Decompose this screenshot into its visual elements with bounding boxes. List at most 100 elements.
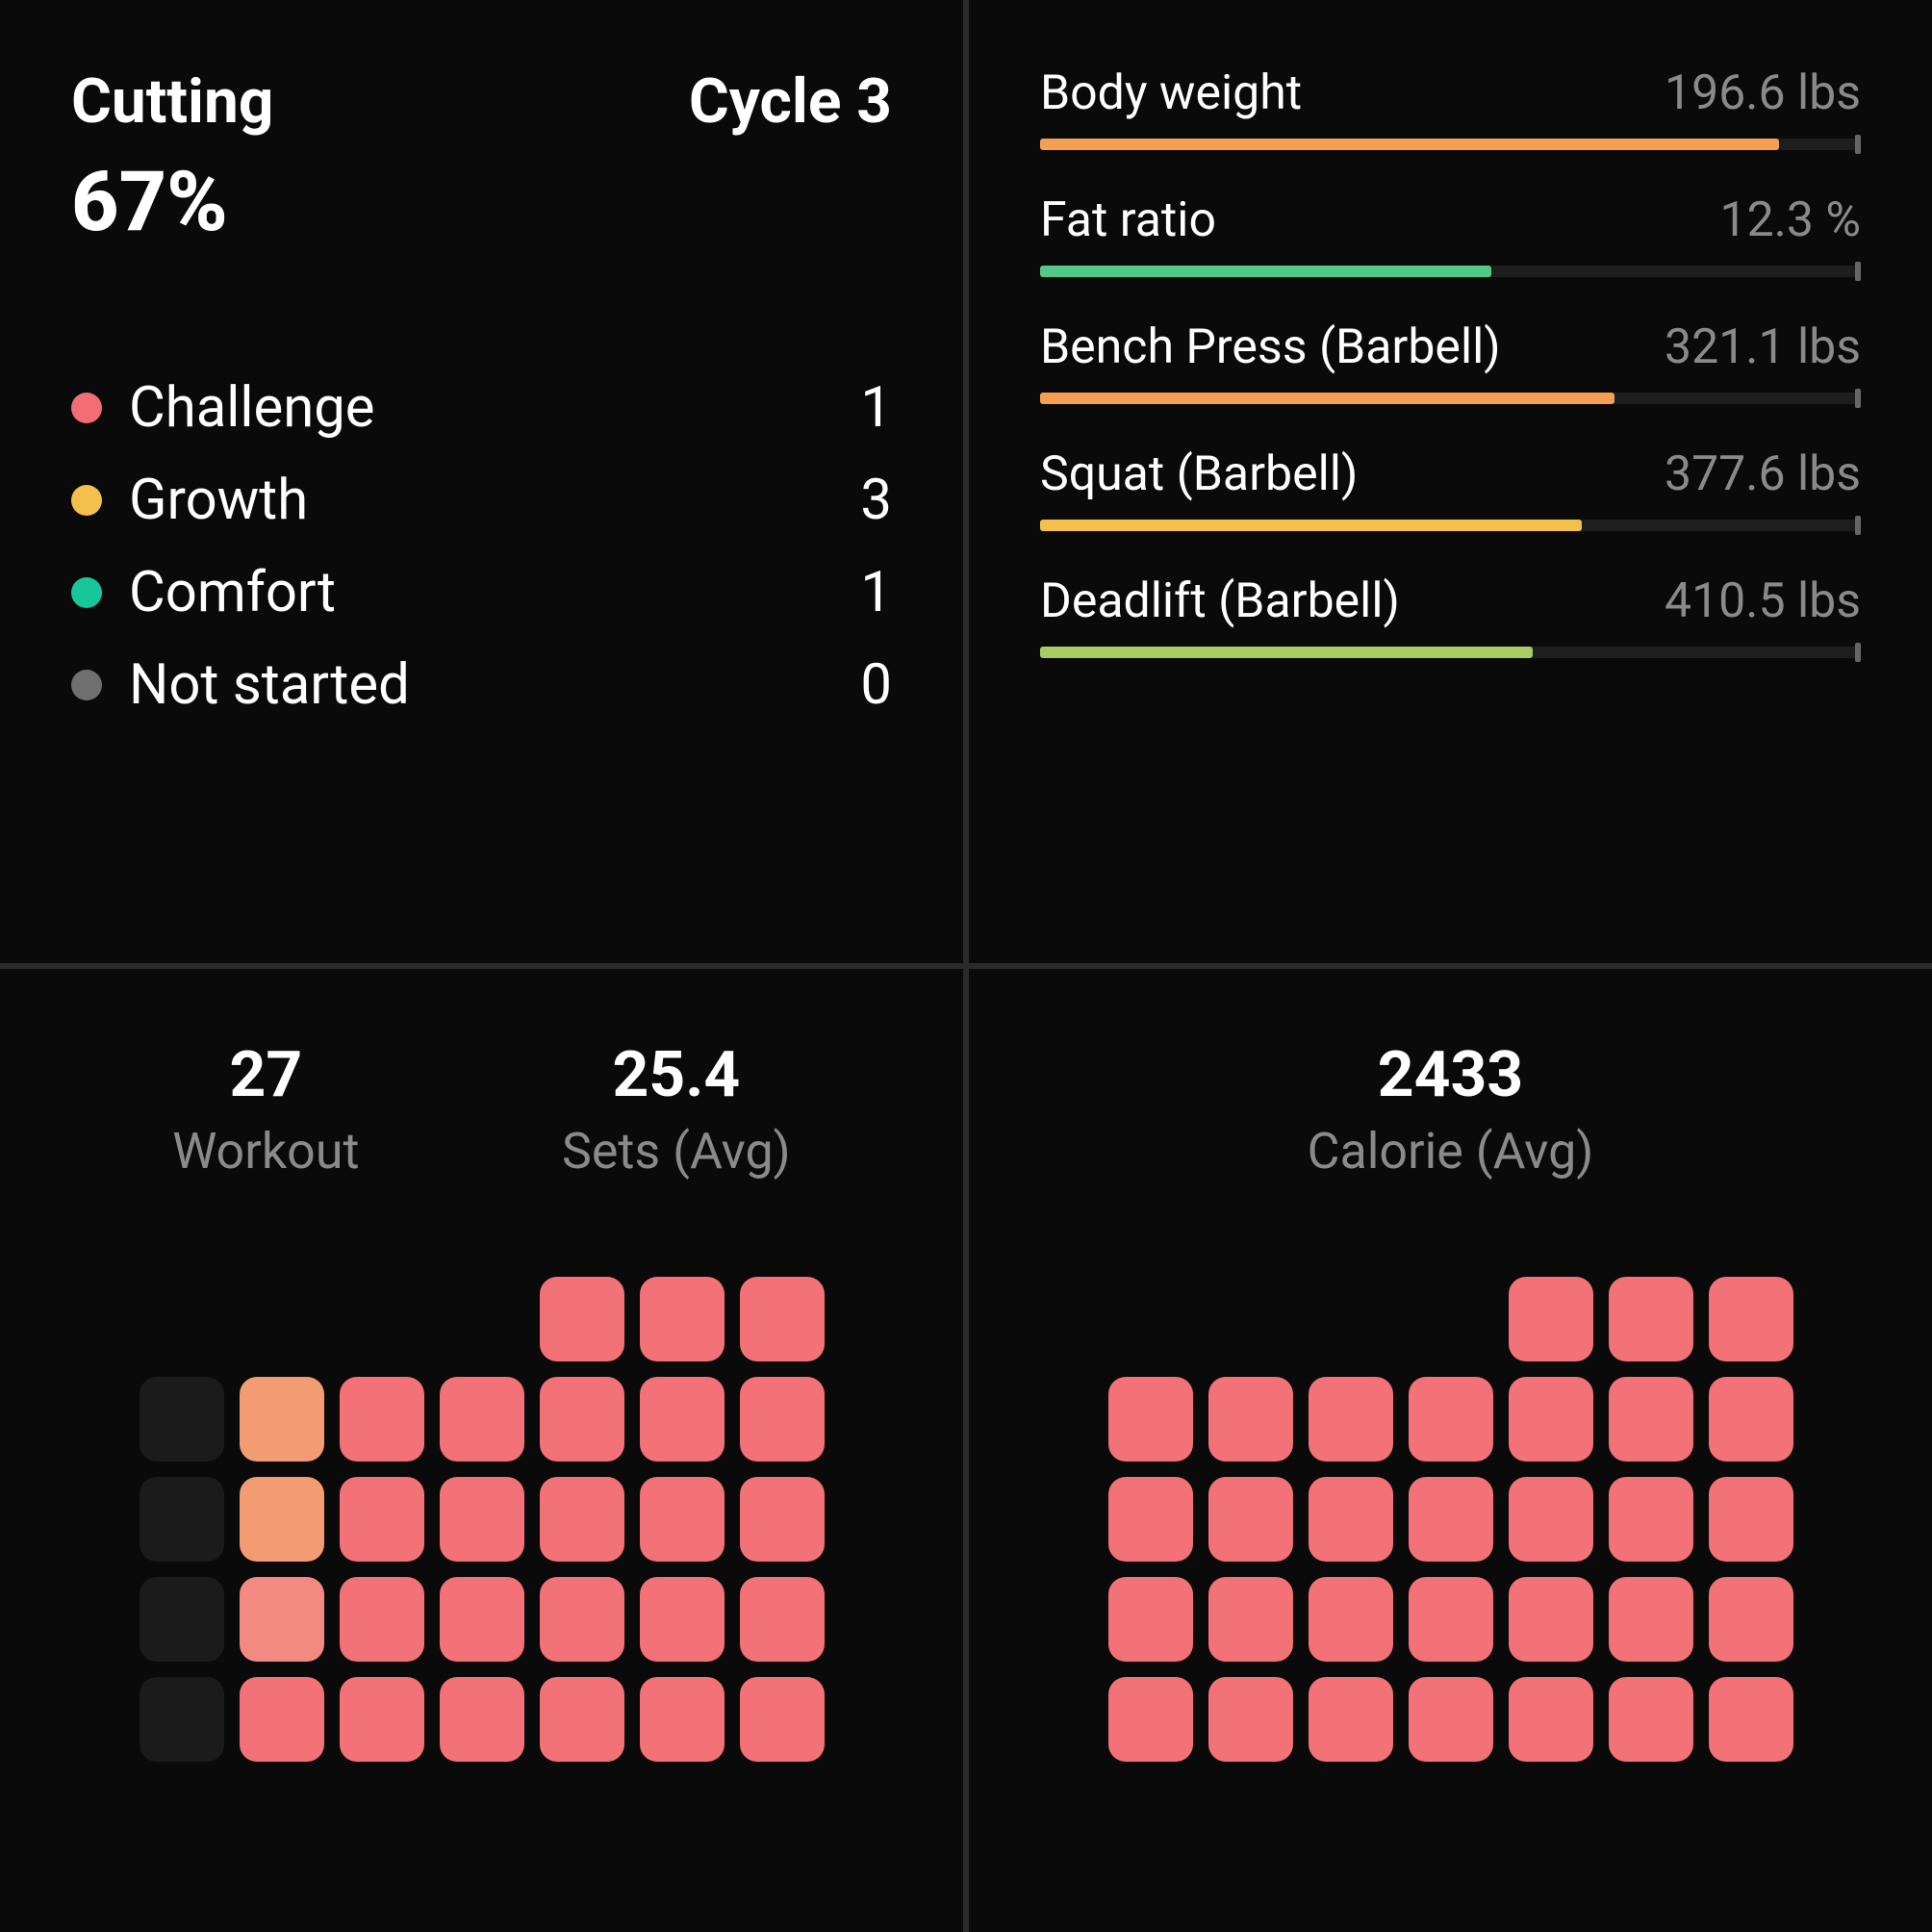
metric-row: Deadlift (Barbell) 410.5 lbs — [1040, 573, 1861, 662]
panel-cycle-summary: Cutting Cycle 3 67% Challenge 1 Growth 3… — [0, 0, 963, 963]
stat-workout: 27 Workout — [172, 1038, 359, 1181]
heatmap-cell — [340, 1277, 424, 1361]
panel-metrics: Body weight 196.6 lbs Fat ratio 12.3 % B… — [969, 0, 1932, 963]
heatmap-cell — [540, 1577, 624, 1662]
metric-row: Fat ratio 12.3 % — [1040, 192, 1861, 281]
heatmap-cell — [1709, 1577, 1793, 1662]
metric-head: Body weight 196.6 lbs — [1040, 65, 1861, 121]
metric-value: 410.5 lbs — [1665, 573, 1861, 629]
heatmap-cell — [240, 1277, 324, 1361]
heatmap-cell — [1409, 1677, 1493, 1762]
heatmap-cell — [1108, 1677, 1193, 1762]
heatmap-cell — [1509, 1477, 1593, 1562]
dashboard-grid: Cutting Cycle 3 67% Challenge 1 Growth 3… — [0, 0, 1932, 1932]
status-count: 1 — [860, 375, 892, 441]
heatmap-row — [1108, 1477, 1793, 1562]
heatmap-cell — [1409, 1477, 1493, 1562]
heatmap-cell — [740, 1377, 825, 1462]
stat-calorie-label: Calorie (Avg) — [1308, 1122, 1594, 1181]
heatmap-cell — [1208, 1377, 1293, 1462]
heatmap-cell — [440, 1677, 524, 1762]
status-count: 3 — [860, 468, 892, 533]
heatmap-cell — [1709, 1677, 1793, 1762]
cycle-header: Cutting Cycle 3 — [71, 65, 892, 138]
heatmap-cell — [1208, 1677, 1293, 1762]
heatmap-cell — [440, 1477, 524, 1562]
heatmap-cell — [640, 1577, 724, 1662]
heatmap-cell — [1208, 1577, 1293, 1662]
heatmap-cell — [740, 1577, 825, 1662]
metric-bar — [1040, 389, 1861, 408]
heatmap-cell — [440, 1377, 524, 1462]
heatmap-cell — [1309, 1377, 1393, 1462]
heatmap-cell — [140, 1477, 224, 1562]
heatmap-cell — [640, 1477, 724, 1562]
heatmap-cell — [1208, 1277, 1293, 1361]
status-label: Challenge — [129, 375, 375, 441]
heatmap-cell — [1609, 1377, 1693, 1462]
heatmap-row — [140, 1377, 825, 1462]
metric-head: Fat ratio 12.3 % — [1040, 192, 1861, 248]
metric-bar — [1040, 643, 1861, 662]
heatmap-cell — [640, 1677, 724, 1762]
heatmap-cell — [1509, 1677, 1593, 1762]
metric-bar-fill — [1040, 647, 1533, 658]
calorie-stats-row: 2433 Calorie (Avg) — [1040, 1038, 1861, 1181]
heatmap-row — [140, 1577, 825, 1662]
status-label: Growth — [129, 468, 308, 533]
panel-calorie-stats: 2433 Calorie (Avg) — [969, 969, 1932, 1932]
stat-calorie-value: 2433 — [1378, 1038, 1523, 1112]
metrics-list: Body weight 196.6 lbs Fat ratio 12.3 % B… — [1040, 65, 1861, 662]
heatmap-cell — [740, 1277, 825, 1361]
metric-value: 196.6 lbs — [1665, 65, 1861, 121]
metric-value: 377.6 lbs — [1665, 446, 1861, 502]
heatmap-cell — [1108, 1477, 1193, 1562]
heatmap-cell — [1409, 1377, 1493, 1462]
stat-workout-label: Workout — [172, 1122, 359, 1181]
stat-workout-value: 27 — [230, 1038, 303, 1112]
cycle-progress-percent: 67% — [71, 153, 892, 250]
heatmap-cell — [1208, 1477, 1293, 1562]
panel-workout-stats: 27 Workout 25.4 Sets (Avg) — [0, 969, 963, 1932]
heatmap-cell — [140, 1577, 224, 1662]
metric-bar-end-icon — [1855, 516, 1861, 535]
status-left: Comfort — [71, 560, 336, 625]
metric-bar-end-icon — [1855, 643, 1861, 662]
heatmap-cell — [1309, 1477, 1393, 1562]
status-row: Growth 3 — [71, 468, 892, 533]
heatmap-cell — [640, 1377, 724, 1462]
heatmap-cell — [740, 1677, 825, 1762]
status-row: Comfort 1 — [71, 560, 892, 625]
cycle-status-list: Challenge 1 Growth 3 Comfort 1 Not start… — [71, 375, 892, 718]
heatmap-cell — [1409, 1277, 1493, 1361]
metric-name: Bench Press (Barbell) — [1040, 319, 1501, 375]
heatmap-cell — [640, 1277, 724, 1361]
metric-bar-end-icon — [1855, 389, 1861, 408]
status-count: 1 — [860, 560, 892, 625]
status-dot-icon — [71, 670, 102, 700]
heatmap-row — [140, 1477, 825, 1562]
status-dot-icon — [71, 485, 102, 516]
heatmap-cell — [340, 1677, 424, 1762]
heatmap-row — [1108, 1377, 1793, 1462]
metric-name: Deadlift (Barbell) — [1040, 573, 1400, 629]
metric-name: Squat (Barbell) — [1040, 446, 1358, 502]
metric-head: Squat (Barbell) 377.6 lbs — [1040, 446, 1861, 502]
status-dot-icon — [71, 393, 102, 423]
heatmap-cell — [1509, 1377, 1593, 1462]
heatmap-cell — [1108, 1577, 1193, 1662]
status-row: Challenge 1 — [71, 375, 892, 441]
metric-row: Body weight 196.6 lbs — [1040, 65, 1861, 154]
heatmap-cell — [1709, 1377, 1793, 1462]
metric-name: Fat ratio — [1040, 192, 1216, 248]
metric-name: Body weight — [1040, 65, 1302, 121]
heatmap-cell — [240, 1477, 324, 1562]
status-count: 0 — [860, 652, 892, 718]
heatmap-cell — [1509, 1277, 1593, 1361]
status-dot-icon — [71, 577, 102, 608]
stat-sets-value: 25.4 — [612, 1038, 740, 1112]
heatmap-row — [140, 1277, 825, 1361]
metric-value: 321.1 lbs — [1665, 319, 1861, 375]
metric-bar-fill — [1040, 266, 1491, 277]
metric-bar-fill — [1040, 520, 1582, 531]
